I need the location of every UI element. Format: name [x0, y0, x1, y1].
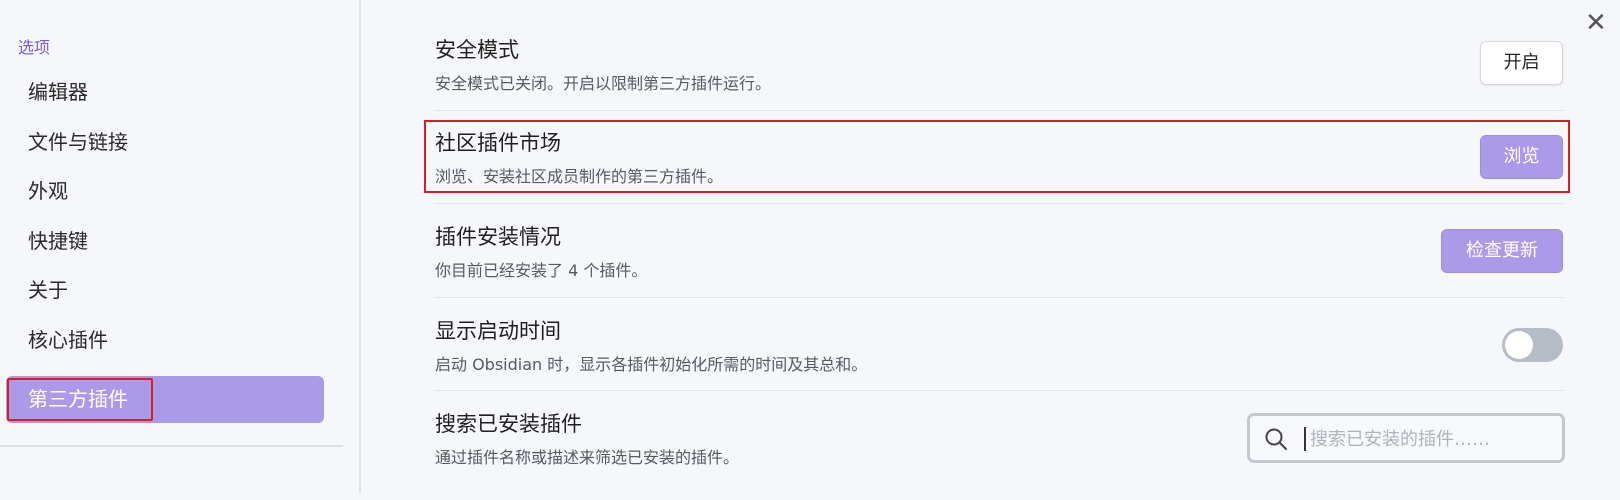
sidebar-item-about[interactable]: 关于: [6, 267, 324, 314]
search-input[interactable]: [1308, 423, 1552, 455]
setting-startup-time: 显示启动时间 启动 Obsidian 时，显示各插件初始化所需的时间及其总和。: [424, 315, 1564, 407]
toggle-knob: [1505, 331, 1533, 359]
setting-description: 你目前已经安装了 4 个插件。: [435, 261, 648, 280]
row-divider: [434, 110, 1564, 111]
sidebar-item-label: 外观: [28, 179, 68, 203]
sidebar-item-label: 核心插件: [28, 328, 108, 352]
setting-community-plugins: 社区插件市场 浏览、安装社区成员制作的第三方插件。: [424, 127, 1564, 219]
check-updates-button[interactable]: 检查更新: [1441, 229, 1563, 273]
setting-title: 搜索已安装插件: [435, 412, 582, 436]
sidebar-item-label: 关于: [28, 278, 68, 302]
setting-title: 显示启动时间: [435, 319, 561, 343]
row-divider: [434, 297, 1564, 298]
sidebar-item-community-plugins[interactable]: 第三方插件: [6, 376, 324, 423]
plugin-search-box[interactable]: [1247, 413, 1565, 463]
setting-description: 浏览、安装社区成员制作的第三方插件。: [435, 167, 724, 186]
sidebar-item-appearance[interactable]: 外观: [6, 168, 324, 215]
sidebar-item-label: 快捷键: [28, 229, 88, 253]
sidebar-divider: [0, 445, 343, 447]
setting-description: 通过插件名称或描述来筛选已安装的插件。: [435, 448, 740, 467]
setting-description: 安全模式已关闭。开启以限制第三方插件运行。: [435, 74, 772, 93]
setting-description: 启动 Obsidian 时，显示各插件初始化所需的时间及其总和。: [435, 355, 868, 374]
sidebar-item-hotkeys[interactable]: 快捷键: [6, 218, 324, 265]
startup-time-toggle[interactable]: [1502, 328, 1563, 362]
setting-safe-mode: 安全模式 安全模式已关闭。开启以限制第三方插件运行。: [424, 34, 1564, 126]
sidebar-item-editor[interactable]: 编辑器: [6, 69, 324, 116]
sidebar-item-core-plugins[interactable]: 核心插件: [6, 317, 324, 364]
setting-title: 插件安装情况: [435, 225, 561, 249]
setting-title: 安全模式: [435, 38, 519, 62]
browse-button[interactable]: 浏览: [1480, 135, 1563, 179]
row-divider: [434, 390, 1564, 391]
safe-mode-toggle-button[interactable]: 开启: [1480, 41, 1563, 85]
sidebar-item-label: 编辑器: [28, 80, 88, 104]
setting-title: 社区插件市场: [435, 131, 561, 155]
setting-installed-plugins: 插件安装情况 你目前已经安装了 4 个插件。: [424, 221, 1564, 313]
search-icon: [1265, 428, 1287, 450]
sidebar-section-label: 选项: [18, 38, 51, 57]
sidebar-item-label: 文件与链接: [28, 130, 128, 154]
settings-sidebar: 选项 编辑器 文件与链接 外观 快捷键 关于 核心插件 第三方插件: [0, 0, 361, 493]
close-icon[interactable]: ✕: [1585, 8, 1607, 38]
sidebar-item-files-links[interactable]: 文件与链接: [6, 119, 324, 166]
text-cursor: [1304, 427, 1306, 451]
highlight-box: [7, 378, 153, 421]
row-divider: [434, 203, 1564, 204]
